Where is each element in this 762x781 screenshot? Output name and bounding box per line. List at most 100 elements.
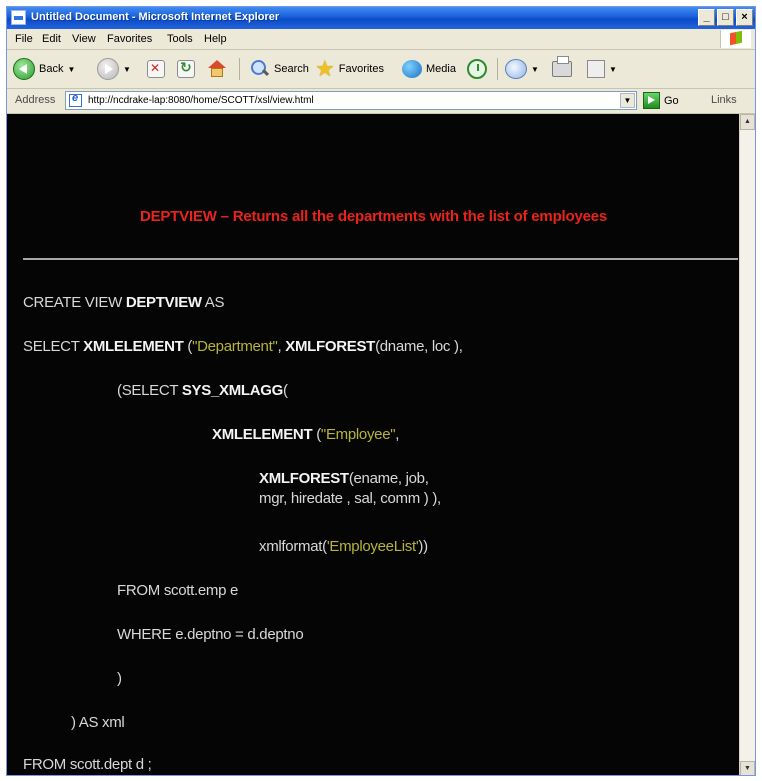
code-line: xmlformat('EmployeeList'))	[259, 538, 428, 555]
print-icon	[552, 56, 572, 77]
maximize-button[interactable]: □	[717, 9, 734, 26]
code-text: AS	[201, 294, 225, 311]
mail-dropdown-icon[interactable]: ▼	[531, 65, 539, 74]
menu-help[interactable]: Help	[204, 33, 227, 45]
go-button[interactable]: Go	[643, 92, 679, 109]
home-button[interactable]	[207, 57, 226, 81]
edit-button[interactable]: ▼	[587, 57, 617, 81]
toolbar-separator	[497, 58, 498, 80]
horizontal-rule	[23, 258, 738, 260]
address-dropdown-icon[interactable]: ▼	[620, 93, 635, 108]
code-line: WHERE e.deptno = d.deptno	[117, 626, 304, 643]
menu-edit[interactable]: Edit	[42, 33, 61, 45]
menu-tools[interactable]: Tools	[167, 33, 193, 45]
menu-favorites[interactable]: Favorites	[107, 33, 152, 45]
refresh-button[interactable]	[177, 57, 195, 81]
code-text: SELECT	[23, 338, 84, 355]
code-text: (dname, loc ),	[375, 338, 463, 355]
media-label: Media	[426, 63, 456, 75]
browser-window: Untitled Document - Microsoft Internet E…	[6, 6, 756, 776]
code-keyword: XMLFOREST	[285, 338, 376, 355]
code-text: (	[312, 426, 321, 443]
favorites-button[interactable]: ★ Favorites	[315, 57, 384, 81]
code-line: )	[117, 670, 122, 687]
code-text: (ename, job,	[348, 470, 429, 487]
caption-buttons: _ □ ×	[698, 9, 753, 26]
code-text: (SELECT	[117, 382, 182, 399]
favorites-star-icon: ★	[315, 56, 335, 81]
code-line: mgr, hiredate , sal, comm ) ),	[259, 490, 441, 507]
vertical-scrollbar[interactable]: ▲ ▼	[739, 114, 755, 775]
code-line: FROM scott.emp e	[117, 582, 239, 599]
code-line: FROM scott.dept d ;	[23, 756, 152, 773]
page-heading: DEPTVIEW – Returns all the departments w…	[139, 208, 608, 225]
windows-logo-icon	[720, 30, 751, 48]
forward-arrow-icon	[97, 58, 119, 80]
page-content: DEPTVIEW – Returns all the departments w…	[7, 114, 740, 775]
code-keyword: SYS_XMLAGG	[181, 382, 284, 399]
menu-file[interactable]: File	[15, 33, 33, 45]
back-button[interactable]: Back ▼	[13, 57, 75, 81]
code-text: CREATE VIEW	[23, 294, 126, 311]
code-string-literal: "Employee"	[320, 426, 396, 443]
address-label: Address	[15, 94, 56, 106]
code-line: XMLELEMENT ("Employee",	[212, 426, 399, 443]
code-line: ) AS xml	[71, 714, 125, 731]
code-text: (	[183, 338, 193, 355]
media-button[interactable]: Media	[402, 57, 456, 81]
print-button[interactable]	[552, 56, 572, 81]
search-button[interactable]: Search	[250, 57, 309, 81]
search-label: Search	[274, 63, 309, 75]
code-keyword: DEPTVIEW	[125, 294, 202, 311]
edit-dropdown-icon[interactable]: ▼	[609, 65, 617, 74]
code-string-literal: "Department"	[192, 338, 278, 355]
media-icon	[402, 60, 422, 78]
refresh-icon	[177, 59, 195, 78]
forward-dropdown-icon[interactable]: ▼	[123, 65, 131, 74]
go-arrow-icon	[643, 92, 660, 109]
code-text: ,	[395, 426, 400, 443]
page-icon	[69, 92, 82, 107]
code-text: xmlformat(	[259, 538, 327, 555]
scroll-up-arrow-icon[interactable]: ▲	[740, 114, 755, 130]
title-bar: Untitled Document - Microsoft Internet E…	[7, 7, 755, 29]
back-arrow-icon	[13, 58, 35, 80]
code-keyword: XMLELEMENT	[212, 426, 313, 443]
mail-button[interactable]: ▼	[505, 57, 539, 81]
search-icon	[250, 59, 270, 79]
code-text: (	[283, 382, 288, 399]
links-button[interactable]: Links	[711, 94, 737, 106]
favorites-label: Favorites	[338, 63, 384, 75]
home-icon	[207, 60, 226, 78]
menu-bar: File Edit View Favorites Tools Help	[7, 29, 755, 50]
stop-icon	[147, 60, 165, 78]
toolbar-separator	[239, 58, 240, 80]
address-bar: Address http://ncdrake-lap:8080/home/SCO…	[7, 89, 755, 114]
address-url[interactable]: http://ncdrake-lap:8080/home/SCOTT/xsl/v…	[88, 95, 314, 106]
standard-toolbar: Back ▼ ▼ Search ★ Favorites Media	[7, 50, 755, 89]
go-label: Go	[664, 94, 679, 107]
code-keyword: XMLELEMENT	[83, 338, 184, 355]
close-button[interactable]: ×	[736, 9, 753, 26]
code-line: XMLFOREST(ename, job,	[259, 470, 429, 487]
code-line: SELECT XMLELEMENT ("Department", XMLFORE…	[23, 338, 463, 355]
mail-icon	[505, 59, 527, 79]
stop-button[interactable]	[147, 57, 165, 81]
code-line: CREATE VIEW DEPTVIEW AS	[23, 294, 225, 311]
code-keyword: XMLFOREST	[259, 470, 349, 487]
code-string-literal: 'EmployeeList'	[326, 538, 419, 555]
back-label: Back	[39, 63, 64, 75]
code-line: (SELECT SYS_XMLAGG(	[117, 382, 288, 399]
back-dropdown-icon[interactable]: ▼	[67, 65, 75, 74]
menu-view[interactable]: View	[72, 33, 96, 45]
code-text: ))	[418, 538, 428, 555]
history-icon	[467, 59, 487, 79]
forward-button[interactable]: ▼	[97, 57, 131, 81]
window-title: Untitled Document - Microsoft Internet E…	[31, 11, 280, 23]
history-button[interactable]	[467, 57, 487, 81]
minimize-button[interactable]: _	[698, 9, 715, 26]
ie-document-icon	[11, 10, 26, 25]
address-input[interactable]: http://ncdrake-lap:8080/home/SCOTT/xsl/v…	[65, 91, 637, 110]
scroll-down-arrow-icon[interactable]: ▼	[740, 761, 755, 775]
edit-icon	[587, 60, 605, 78]
